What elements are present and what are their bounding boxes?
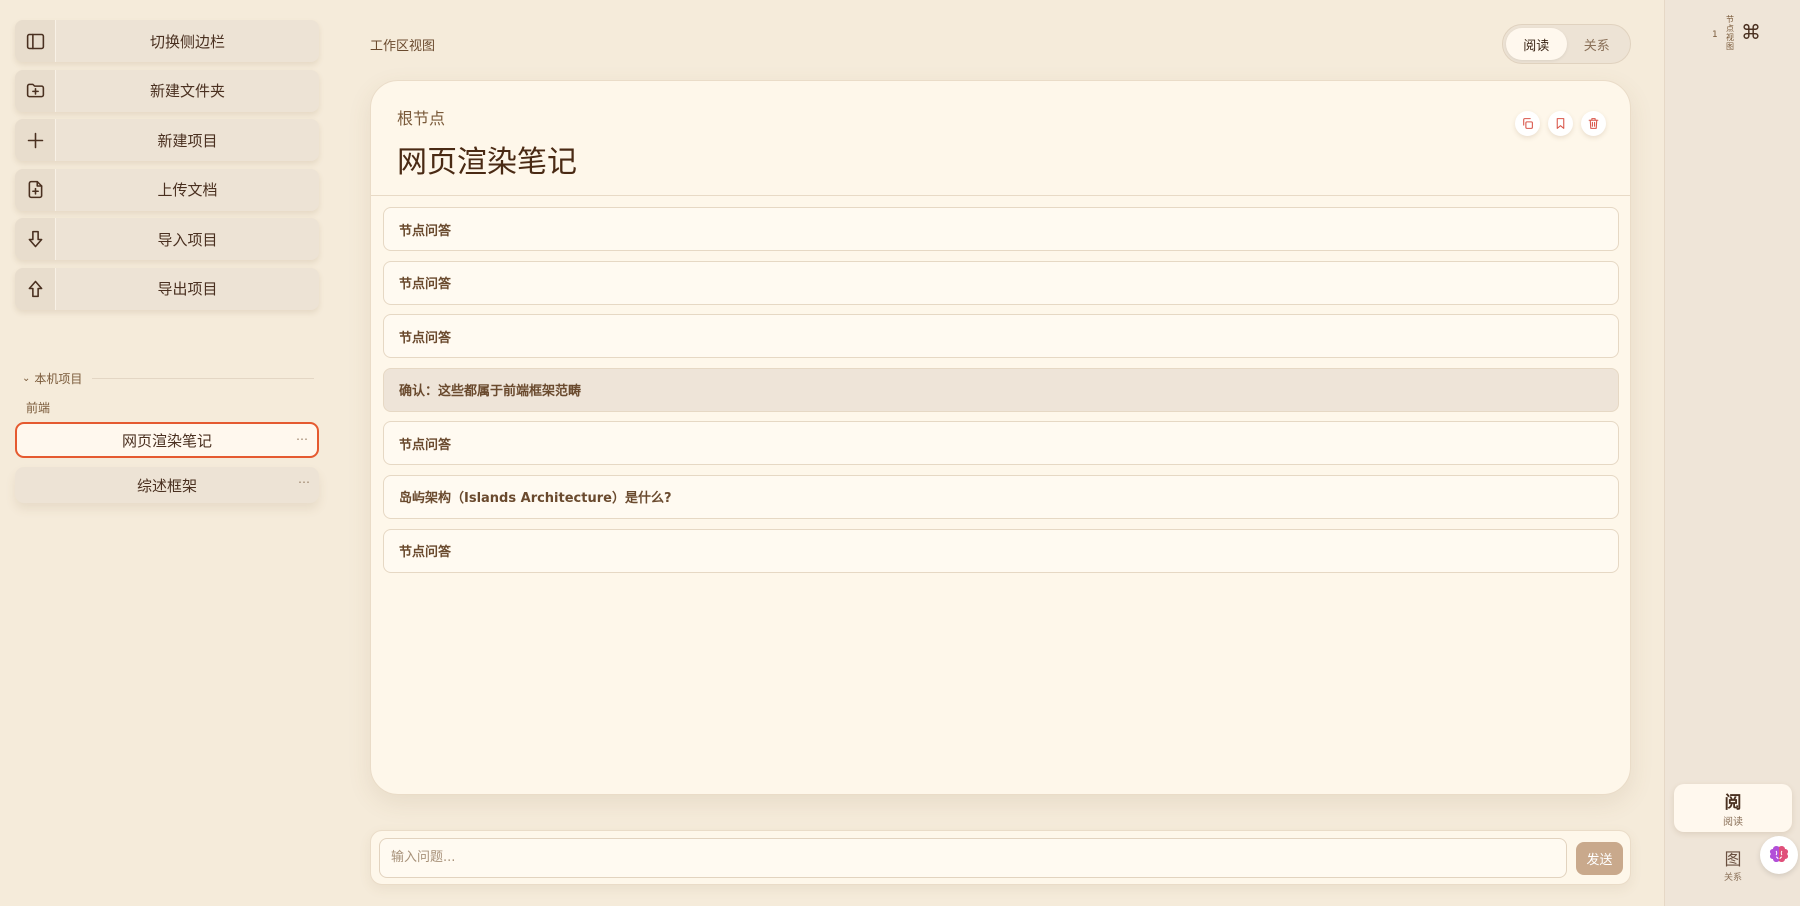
project-item-survey-framework[interactable]: 综述框架 ⋯ [15, 467, 319, 503]
project-item-label: 网页渲染笔记 [121, 431, 212, 450]
view-toggle: 阅读 关系 [1502, 24, 1631, 64]
new-folder-label: 新建文件夹 [149, 82, 225, 100]
new-project-button[interactable]: 新建项目 [15, 119, 319, 161]
upload-document-label: 上传文档 [157, 181, 218, 199]
question-input[interactable] [379, 838, 1567, 878]
group-label-frontend: 前端 [26, 401, 51, 415]
chevron-down-icon: ⌄ [22, 373, 31, 384]
import-project-label: 导入项目 [157, 230, 218, 249]
node-card-header: 根节点 网页渲染笔记 [371, 81, 1630, 196]
read-mode-button[interactable]: 阅 阅读 [1674, 784, 1792, 832]
delete-button[interactable] [1581, 111, 1606, 136]
qa-item[interactable]: 岛屿架构（Islands Architecture）是什么? [383, 474, 1619, 519]
workspace-title: 工作区视图 [370, 39, 436, 54]
project-list: 网页渲染笔记 ⋯ 综述框架 ⋯ [15, 422, 319, 512]
qa-item[interactable]: 节点问答 [383, 528, 1619, 573]
trash-icon [1588, 118, 1599, 129]
arrow-down-icon [15, 218, 56, 260]
export-project-button[interactable]: 导出项目 [15, 267, 319, 310]
send-button[interactable]: 发送 [1576, 842, 1623, 875]
question-bar: 发送 [370, 830, 1631, 885]
tab-read[interactable]: 阅读 [1506, 28, 1567, 60]
arrow-up-icon [15, 267, 56, 310]
sidebar-actions: 切换侧边栏 新建文件夹 新建项目 上传文档 导入项目 导出项目 [15, 20, 319, 317]
qa-item[interactable]: 节点问答 [383, 314, 1619, 359]
copy-icon [1523, 118, 1533, 129]
node-card: 根节点 网页渲染笔记 节点问答 节点问答 节点问答 确认：这些都属于前端框架范畴… [370, 80, 1631, 795]
sidebar: 切换侧边栏 新建文件夹 新建项目 上传文档 导入项目 导出项目 ⌄ 本机项目 前… [0, 0, 336, 906]
import-project-button[interactable]: 导入项目 [15, 218, 319, 260]
qa-item[interactable]: 节点问答 [383, 260, 1619, 305]
bookmark-icon [1556, 118, 1565, 129]
toggle-sidebar-button[interactable]: 切换侧边栏 [15, 20, 319, 62]
read-mode-glyph: 阅 [1724, 793, 1742, 813]
section-divider [92, 378, 314, 379]
node-view-label: 节点视图 [1726, 15, 1734, 51]
toggle-sidebar-label: 切换侧边栏 [149, 32, 225, 51]
node-title: 网页渲染笔记 [397, 145, 577, 180]
node-toolbar [1515, 111, 1606, 136]
qa-list: 节点问答 节点问答 节点问答 确认：这些都属于前端框架范畴 节点问答 岛屿架构（… [383, 207, 1619, 582]
project-item-web-rendering-notes[interactable]: 网页渲染笔记 ⋯ [15, 422, 319, 458]
folder-plus-icon [15, 69, 56, 112]
upload-document-button[interactable]: 上传文档 [15, 168, 319, 211]
copy-button[interactable] [1515, 111, 1540, 136]
more-options-icon[interactable]: ⋯ [298, 475, 311, 489]
new-folder-button[interactable]: 新建文件夹 [15, 69, 319, 112]
tab-relation[interactable]: 关系 [1567, 28, 1628, 60]
local-projects-section-label: 本机项目 [34, 372, 83, 386]
new-project-label: 新建项目 [157, 131, 218, 150]
plus-icon [15, 119, 56, 161]
node-count: 1 [1712, 30, 1718, 40]
qa-item-selected[interactable]: 确认：这些都属于前端框架范畴 [383, 367, 1619, 412]
right-rail: 1 节点视图 ⌘ 阅 阅读 图 关系 [1664, 0, 1800, 906]
qa-item[interactable]: 节点问答 [383, 207, 1619, 251]
local-projects-section-toggle[interactable]: ⌄ 本机项目 [22, 370, 314, 387]
bookmark-button[interactable] [1548, 111, 1573, 136]
node-subtitle: 根节点 [397, 109, 446, 128]
brain-icon[interactable] [1760, 836, 1798, 874]
qa-item[interactable]: 节点问答 [383, 421, 1619, 466]
sidebar-toggle-icon [15, 20, 56, 62]
export-project-label: 导出项目 [157, 280, 218, 298]
more-options-icon[interactable]: ⋯ [296, 432, 309, 446]
command-icon[interactable]: ⌘ [1741, 20, 1761, 44]
project-item-label: 综述框架 [136, 476, 197, 495]
file-plus-icon [15, 168, 56, 211]
read-mode-label: 阅读 [1723, 817, 1743, 828]
